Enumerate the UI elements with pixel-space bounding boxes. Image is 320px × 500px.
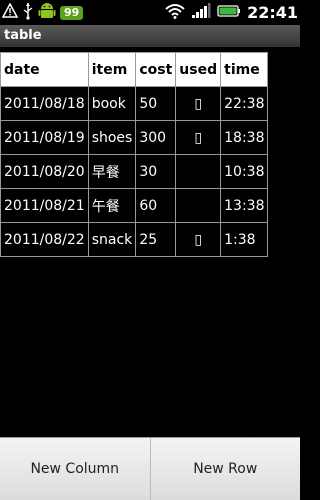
- cell-item[interactable]: snack: [87, 222, 137, 257]
- column-header-time[interactable]: time: [220, 52, 269, 87]
- column-header-date[interactable]: date: [0, 52, 89, 87]
- data-table-container: date item cost used time 2011/08/18 book…: [0, 52, 269, 257]
- cell-time[interactable]: 1:38: [220, 222, 269, 257]
- cell-date[interactable]: 2011/08/22: [0, 222, 89, 257]
- cell-date[interactable]: 2011/08/18: [0, 86, 89, 121]
- cell-cost[interactable]: 25: [135, 222, 177, 257]
- notification-count-badge: 99: [60, 5, 84, 20]
- cell-date[interactable]: 2011/08/21: [0, 188, 89, 223]
- table-row[interactable]: 2011/08/18 book 50 ▯ 22:38: [0, 86, 269, 121]
- table-header-row: date item cost used time: [0, 52, 269, 87]
- app-title: table: [0, 25, 300, 47]
- column-header-cost[interactable]: cost: [135, 52, 177, 87]
- cell-date[interactable]: 2011/08/20: [0, 154, 89, 189]
- cell-time[interactable]: 10:38: [220, 154, 269, 189]
- table-row[interactable]: 2011/08/22 snack 25 ▯ 1:38: [0, 222, 269, 257]
- cell-time[interactable]: 18:38: [220, 120, 269, 155]
- cell-used[interactable]: ▯: [175, 120, 222, 155]
- table-row[interactable]: 2011/08/20 早餐 30 10:38: [0, 154, 269, 189]
- cell-used[interactable]: [175, 188, 222, 223]
- bottom-button-bar: New Column New Row: [0, 437, 300, 500]
- warning-icon: [1, 1, 19, 23]
- cell-cost[interactable]: 50: [135, 86, 177, 121]
- cell-time[interactable]: 13:38: [220, 188, 269, 223]
- cell-used[interactable]: [175, 154, 222, 189]
- table-row[interactable]: 2011/08/19 shoes 300 ▯ 18:38: [0, 120, 269, 155]
- cell-item[interactable]: 午餐: [87, 188, 137, 223]
- status-left-icons: 99: [1, 1, 84, 25]
- cell-cost[interactable]: 30: [135, 154, 177, 189]
- cell-cost[interactable]: 300: [135, 120, 177, 155]
- signal-icon: [191, 2, 211, 23]
- cell-item[interactable]: book: [87, 86, 137, 121]
- wifi-icon: [165, 3, 185, 23]
- cell-item[interactable]: 早餐: [87, 154, 137, 189]
- cell-used[interactable]: ▯: [175, 222, 222, 257]
- android-icon: [38, 1, 56, 25]
- cell-cost[interactable]: 60: [135, 188, 177, 223]
- status-right-icons: 22:41: [165, 2, 298, 23]
- data-table: date item cost used time 2011/08/18 book…: [0, 52, 269, 257]
- status-clock: 22:41: [247, 3, 298, 22]
- status-bar: 99 22:41: [0, 0, 300, 25]
- battery-icon: [217, 3, 241, 22]
- usb-icon: [22, 2, 34, 24]
- column-header-used[interactable]: used: [175, 52, 222, 87]
- table-row[interactable]: 2011/08/21 午餐 60 13:38: [0, 188, 269, 223]
- cell-used[interactable]: ▯: [175, 86, 222, 121]
- new-column-button[interactable]: New Column: [0, 438, 151, 500]
- cell-date[interactable]: 2011/08/19: [0, 120, 89, 155]
- cell-time[interactable]: 22:38: [220, 86, 269, 121]
- new-row-button[interactable]: New Row: [150, 438, 300, 500]
- cell-item[interactable]: shoes: [87, 120, 137, 155]
- column-header-item[interactable]: item: [87, 52, 137, 87]
